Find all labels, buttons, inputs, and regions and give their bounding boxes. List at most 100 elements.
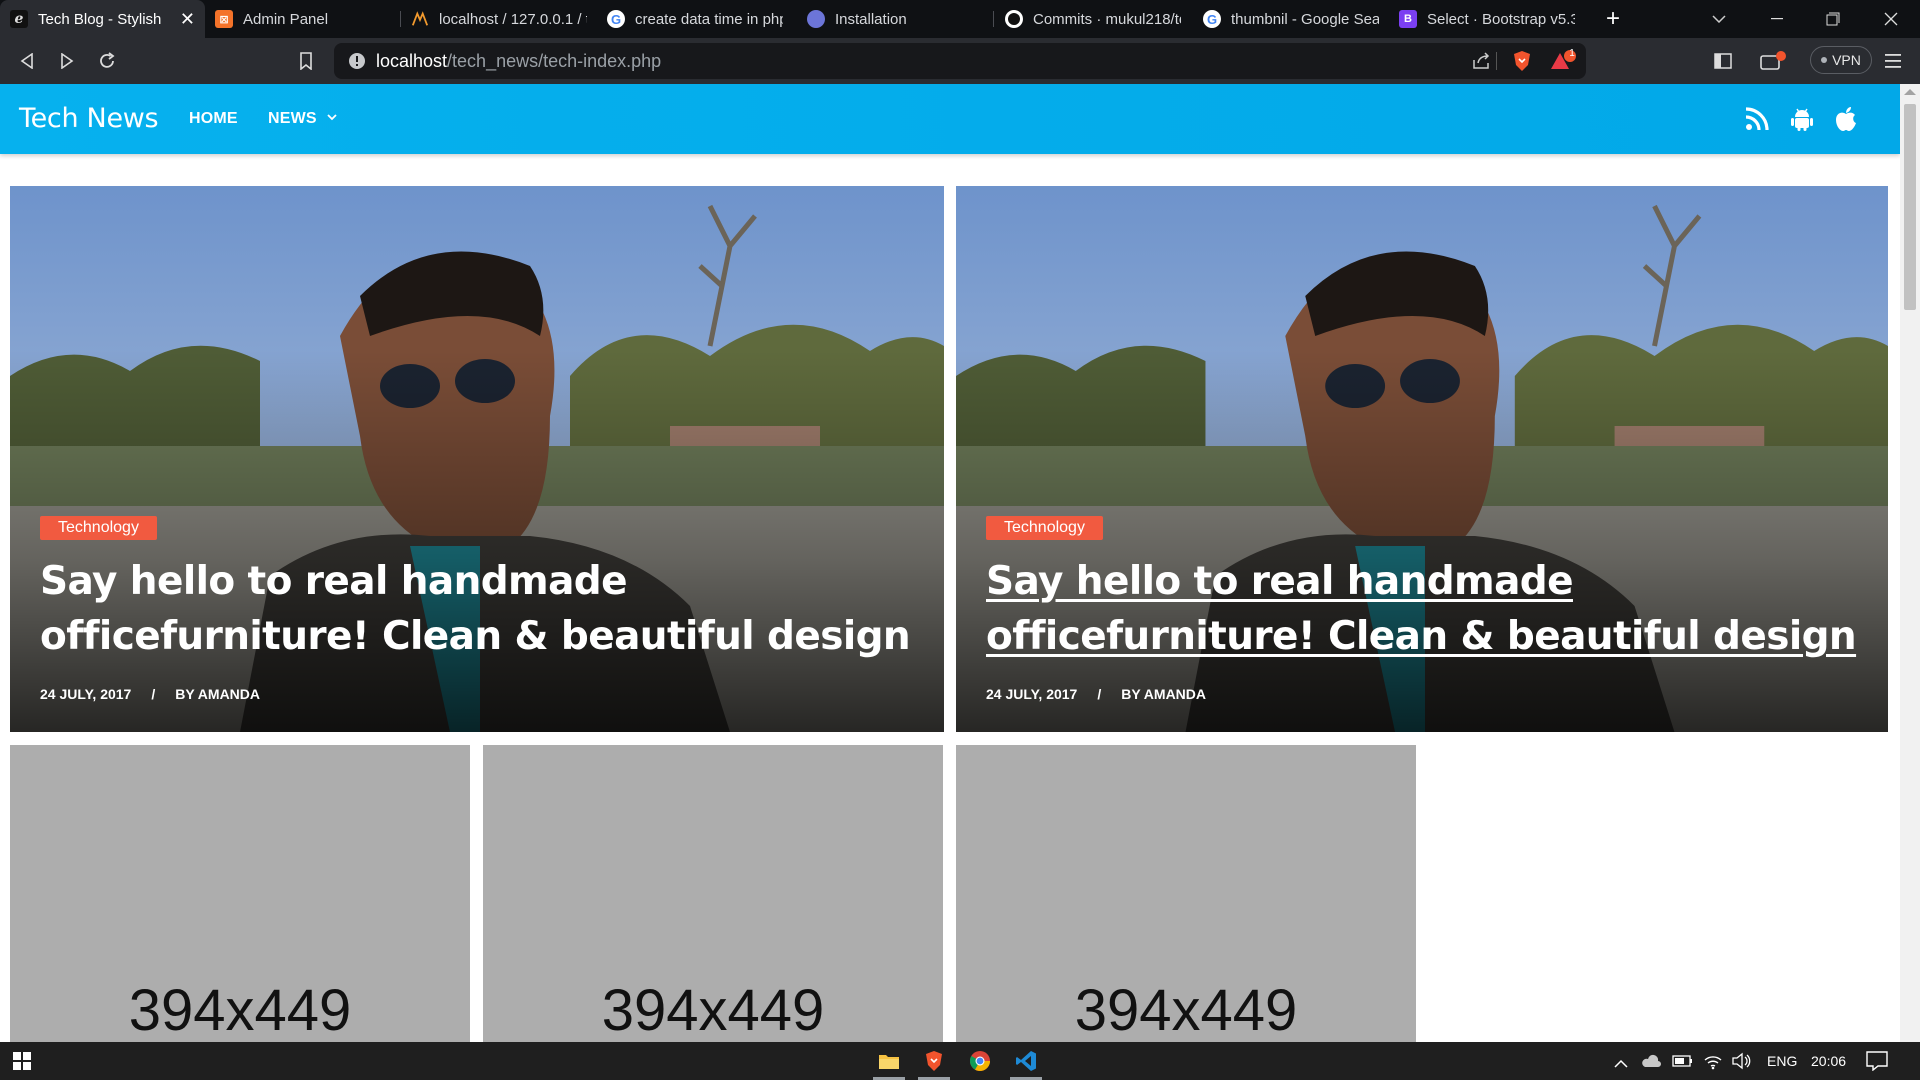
tab-label: Tech Blog - Stylish xyxy=(38,10,162,28)
featured-post-content: Technology Say hello to real handmade of… xyxy=(40,516,924,702)
featured-post-title[interactable]: Say hello to real handmade officefurnitu… xyxy=(986,554,1868,664)
input-language-indicator[interactable]: ENG xyxy=(1767,1053,1797,1069)
site-navbar: Tech News HOME NEWS xyxy=(0,84,1900,154)
site-brand[interactable]: Tech News xyxy=(19,103,159,134)
vscode-icon[interactable] xyxy=(1004,1042,1048,1080)
notification-center-icon[interactable] xyxy=(1866,1051,1888,1076)
google-icon: G xyxy=(1203,10,1221,28)
post-thumbnail-placeholder[interactable]: 394x449 xyxy=(483,745,943,1042)
browser-tab-strip: e Tech Blog - Stylish ✕ ⊠ Admin Panel lo… xyxy=(0,0,1920,38)
tab-label: Admin Panel xyxy=(243,10,329,28)
chevron-down-icon xyxy=(327,114,338,121)
tab-installation[interactable]: Installation xyxy=(797,0,993,38)
system-clock[interactable]: 20:06 xyxy=(1811,1053,1846,1069)
tab-label: Installation xyxy=(835,10,907,28)
onedrive-cloud-icon[interactable] xyxy=(1641,1053,1661,1074)
tab-github-commits[interactable]: Commits · mukul218/te xyxy=(995,0,1191,38)
tab-bootstrap-select[interactable]: B Select · Bootstrap v5.3 xyxy=(1389,0,1585,38)
post-meta: 24 JULY, 2017 / BY AMANDA xyxy=(986,686,1868,702)
tab-google-search-1[interactable]: G create data time in php xyxy=(597,0,793,38)
bootstrap-icon: B xyxy=(1399,10,1417,28)
globe-icon xyxy=(807,10,825,28)
back-icon[interactable] xyxy=(14,48,40,74)
address-bar[interactable]: localhost/tech_news/tech-index.php 1 xyxy=(334,43,1586,79)
reload-icon[interactable] xyxy=(94,48,120,74)
placeholder-size-label: 394x449 xyxy=(601,978,825,1042)
post-thumbnail-placeholder[interactable]: 394x449 xyxy=(10,745,470,1042)
nav-news-dropdown[interactable]: NEWS xyxy=(268,110,338,128)
xampp-icon: ⊠ xyxy=(215,10,233,28)
tab-label: localhost / 127.0.0.1 / t xyxy=(439,10,587,28)
share-icon[interactable] xyxy=(1472,52,1492,75)
featured-post-card[interactable]: Technology Say hello to real handmade of… xyxy=(10,186,944,732)
placeholder-size-label: 394x449 xyxy=(128,978,352,1042)
volume-icon[interactable] xyxy=(1731,1052,1751,1075)
tab-search-chevron-icon[interactable] xyxy=(1690,0,1748,38)
url-text[interactable]: localhost/tech_news/tech-index.php xyxy=(376,51,661,72)
placeholder-size-label: 394x449 xyxy=(1074,978,1298,1042)
vpn-status-dot xyxy=(1821,57,1828,63)
nav-news-label: NEWS xyxy=(268,110,317,127)
sidebar-toggle-icon[interactable] xyxy=(1710,48,1736,74)
rewards-badge-count: 1 xyxy=(1569,48,1575,59)
category-badge[interactable]: Technology xyxy=(40,516,157,540)
minimize-icon[interactable] xyxy=(1748,0,1806,38)
site-info-icon[interactable] xyxy=(348,52,366,75)
new-tab-icon[interactable]: + xyxy=(1584,0,1642,38)
post-meta: 24 JULY, 2017 / BY AMANDA xyxy=(40,686,924,702)
post-date: 24 JULY, 2017 xyxy=(986,686,1078,702)
browser-toolbar: localhost/tech_news/tech-index.php 1 VPN xyxy=(0,38,1920,84)
meta-separator: / xyxy=(1097,686,1102,702)
show-hidden-icons-chevron-icon[interactable] xyxy=(1614,1055,1628,1073)
post-author[interactable]: BY AMANDA xyxy=(175,686,260,702)
vpn-button[interactable]: VPN xyxy=(1810,46,1872,74)
close-tab-icon[interactable]: ✕ xyxy=(172,9,195,30)
rss-icon[interactable] xyxy=(1744,106,1770,132)
page-scrollbar[interactable] xyxy=(1900,84,1920,1042)
scroll-up-arrow-icon[interactable] xyxy=(1904,89,1916,95)
github-icon xyxy=(1005,10,1023,28)
phpmyadmin-icon xyxy=(411,10,429,28)
google-icon: G xyxy=(607,10,625,28)
tab-label: Commits · mukul218/te xyxy=(1033,10,1181,28)
android-icon[interactable] xyxy=(1789,106,1815,132)
windows-taskbar: ENG 20:06 xyxy=(0,1042,1920,1080)
windows-start-icon[interactable] xyxy=(0,1042,44,1080)
restore-icon[interactable] xyxy=(1804,0,1862,38)
post-date: 24 JULY, 2017 xyxy=(40,686,132,702)
tab-label: create data time in php xyxy=(635,10,783,28)
scrollbar-thumb[interactable] xyxy=(1904,104,1916,310)
tab-label: thumbnil - Google Sear xyxy=(1231,10,1379,28)
urlbar-divider xyxy=(1496,52,1497,70)
post-author[interactable]: BY AMANDA xyxy=(1121,686,1206,702)
tab-google-search-2[interactable]: G thumbnil - Google Sear xyxy=(1193,0,1389,38)
close-window-icon[interactable] xyxy=(1862,0,1920,38)
file-explorer-icon[interactable] xyxy=(867,1042,911,1080)
menu-icon[interactable] xyxy=(1880,48,1906,74)
chrome-icon[interactable] xyxy=(958,1042,1002,1080)
featured-post-card[interactable]: Technology Say hello to real handmade of… xyxy=(956,186,1888,732)
forward-icon[interactable] xyxy=(54,48,80,74)
post-thumbnail-placeholder[interactable]: 394x449 xyxy=(956,745,1416,1042)
url-path: /tech_news/tech-index.php xyxy=(447,51,662,71)
wifi-icon[interactable] xyxy=(1703,1052,1723,1075)
nav-home-link[interactable]: HOME xyxy=(189,110,238,128)
brave-icon[interactable] xyxy=(912,1042,956,1080)
meta-separator: / xyxy=(151,686,156,702)
bookmark-icon[interactable] xyxy=(293,48,319,74)
category-badge[interactable]: Technology xyxy=(986,516,1103,540)
vpn-label: VPN xyxy=(1832,52,1861,68)
tab-admin-panel[interactable]: ⊠ Admin Panel xyxy=(205,0,401,38)
battery-icon[interactable] xyxy=(1672,1054,1694,1073)
featured-post-content: Technology Say hello to real handmade of… xyxy=(986,516,1868,702)
tab-label: Select · Bootstrap v5.3 xyxy=(1427,10,1575,28)
tab-phpmyadmin[interactable]: localhost / 127.0.0.1 / t xyxy=(401,0,597,38)
apple-icon[interactable] xyxy=(1834,106,1860,132)
brave-shields-icon[interactable] xyxy=(1512,50,1532,77)
wallet-icon[interactable] xyxy=(1760,48,1786,74)
web-page-viewport: Tech News HOME NEWS Technology Say hello… xyxy=(0,84,1920,1042)
tab-tech-blog[interactable]: e Tech Blog - Stylish ✕ xyxy=(0,0,205,38)
featured-post-title[interactable]: Say hello to real handmade officefurnitu… xyxy=(40,554,924,664)
tab-divider xyxy=(993,11,994,27)
url-host: localhost xyxy=(376,51,448,71)
